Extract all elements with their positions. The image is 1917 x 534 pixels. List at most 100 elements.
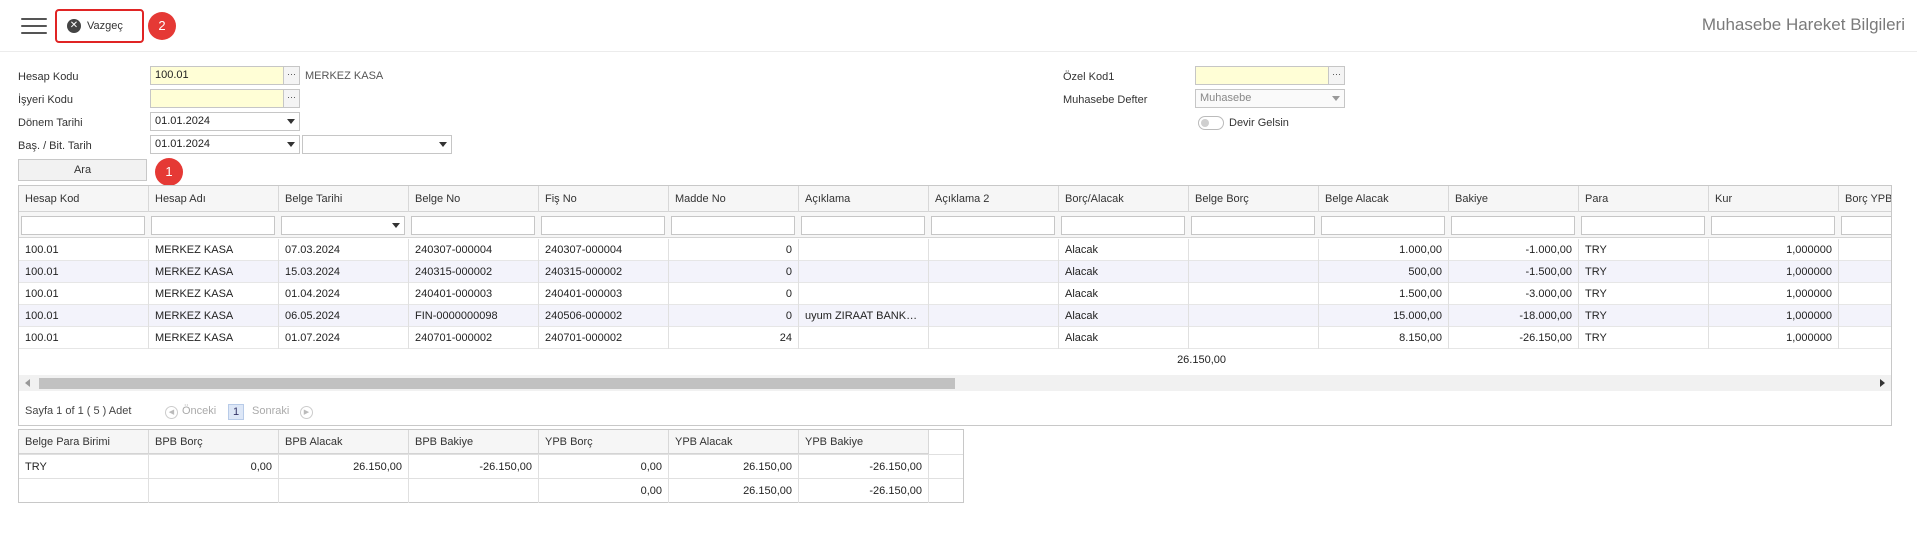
column-header[interactable]: Madde No <box>669 186 799 212</box>
column-filter-input[interactable] <box>801 216 925 235</box>
column-header[interactable]: Belge Alacak <box>1319 186 1449 212</box>
column-filter-input[interactable] <box>671 216 795 235</box>
table-cell: 07.03.2024 <box>279 239 409 261</box>
column-filter-input[interactable] <box>541 216 665 235</box>
table-cell <box>1839 305 1891 327</box>
bas-tarih-select[interactable]: 01.01.2024 <box>150 135 300 154</box>
column-header[interactable]: Kur <box>1709 186 1839 212</box>
column-header[interactable]: Belge Tarihi <box>279 186 409 212</box>
table-row[interactable]: 100.01 MERKEZ KASA 01.04.2024 240401-000003… <box>19 283 1891 305</box>
table-cell: 100.01 <box>19 305 149 327</box>
column-filter-input[interactable] <box>931 216 1055 235</box>
column-header[interactable]: Borç/Alacak <box>1059 186 1189 212</box>
column-header[interactable]: Belge No <box>409 186 539 212</box>
devir-gelsin-toggle[interactable] <box>1198 116 1224 130</box>
table-cell: TRY <box>1579 327 1709 349</box>
column-filter-input[interactable] <box>151 216 275 235</box>
table-cell: MERKEZ KASA <box>149 305 279 327</box>
table-cell <box>929 327 1059 349</box>
ozel-kod-input[interactable] <box>1195 66 1329 85</box>
table-cell: 0 <box>669 261 799 283</box>
table-row[interactable]: 100.01 MERKEZ KASA 01.07.2024 240701-000002… <box>19 327 1891 349</box>
table-cell: 1,000000 <box>1709 305 1839 327</box>
summary-cell: -26.150,00 <box>409 455 539 479</box>
table-cell: 1,000000 <box>1709 239 1839 261</box>
muhasebe-defter-select[interactable]: Muhasebe <box>1195 89 1345 108</box>
column-filter-input[interactable] <box>281 216 405 235</box>
next-page-button[interactable]: Sonraki <box>252 405 289 417</box>
currency-summary-table: Belge Para Birimi BPB Borç BPB Alacak BPB B… <box>18 429 964 503</box>
column-header[interactable]: Fiş No <box>539 186 669 212</box>
column-header[interactable]: Borç YPB <box>1839 186 1891 212</box>
table-cell: 240401-000003 <box>539 283 669 305</box>
summary-column-header: YPB Borç <box>539 430 669 454</box>
table-cell: 1.000,00 <box>1319 239 1449 261</box>
column-header[interactable]: Hesap Adı <box>149 186 279 212</box>
column-header[interactable]: Bakiye <box>1449 186 1579 212</box>
column-filter-input[interactable] <box>411 216 535 235</box>
isyeri-kodu-lookup-button[interactable]: ··· <box>283 89 300 108</box>
summary-cell <box>409 479 539 503</box>
column-header[interactable]: Açıklama <box>799 186 929 212</box>
table-cell: Alacak <box>1059 305 1189 327</box>
hesap-kodu-input[interactable]: 100.01 <box>150 66 284 85</box>
table-cell: MERKEZ KASA <box>149 327 279 349</box>
search-button[interactable]: Ara <box>18 159 147 181</box>
table-cell: 240701-000002 <box>409 327 539 349</box>
scrollbar-thumb[interactable] <box>39 378 955 389</box>
next-page-icon[interactable]: ▶ <box>300 406 313 419</box>
table-cell: 240315-000002 <box>539 261 669 283</box>
column-filter-input[interactable] <box>1711 216 1835 235</box>
ozel-kod-lookup-button[interactable]: ··· <box>1328 66 1345 85</box>
column-header[interactable]: Para <box>1579 186 1709 212</box>
table-row[interactable]: 100.01 MERKEZ KASA 06.05.2024 FIN-000000009… <box>19 305 1891 327</box>
cancel-button-label: Vazgeç <box>87 20 123 32</box>
table-row[interactable]: 100.01 MERKEZ KASA 15.03.2024 240315-000002… <box>19 261 1891 283</box>
column-filter-input[interactable] <box>21 216 145 235</box>
table-cell: 100.01 <box>19 261 149 283</box>
table-cell: MERKEZ KASA <box>149 239 279 261</box>
table-cell: 240701-000002 <box>539 327 669 349</box>
previous-page-button[interactable]: Önceki <box>182 405 216 417</box>
table-cell: Alacak <box>1059 261 1189 283</box>
column-filter-input[interactable] <box>1451 216 1575 235</box>
summary-cell <box>149 479 279 503</box>
summary-cell <box>19 479 149 503</box>
column-header[interactable]: Belge Borç <box>1189 186 1319 212</box>
muhasebe-defter-label: Muhasebe Defter <box>1063 94 1148 106</box>
scroll-left-icon[interactable] <box>25 379 30 387</box>
chevron-down-icon <box>1332 96 1340 101</box>
hesap-kodu-lookup-button[interactable]: ··· <box>283 66 300 85</box>
column-filter-input[interactable] <box>1841 216 1891 235</box>
cancel-button[interactable]: ✕ Vazgeç <box>55 9 144 43</box>
column-filter-input[interactable] <box>1191 216 1315 235</box>
column-header[interactable]: Açıklama 2 <box>929 186 1059 212</box>
table-cell: 06.05.2024 <box>279 305 409 327</box>
column-filter-input[interactable] <box>1061 216 1185 235</box>
current-page[interactable]: 1 <box>228 404 244 420</box>
isyeri-kodu-input[interactable] <box>150 89 284 108</box>
scroll-right-icon[interactable] <box>1880 379 1885 387</box>
column-filter-input[interactable] <box>1321 216 1445 235</box>
table-cell: 1,000000 <box>1709 261 1839 283</box>
table-cell <box>1189 305 1319 327</box>
table-cell: 240307-000004 <box>539 239 669 261</box>
top-bar: ✕ Vazgeç 2 Muhasebe Hareket Bilgileri <box>0 0 1917 52</box>
column-filter-input[interactable] <box>1581 216 1705 235</box>
table-cell: 240401-000003 <box>409 283 539 305</box>
menu-icon[interactable] <box>21 18 47 36</box>
bit-tarih-select[interactable] <box>302 135 452 154</box>
table-cell: Alacak <box>1059 283 1189 305</box>
ozel-kod-label: Özel Kod1 <box>1063 71 1115 83</box>
close-circle-icon: ✕ <box>67 19 81 33</box>
table-cell <box>1189 261 1319 283</box>
horizontal-scrollbar[interactable] <box>19 375 1891 391</box>
previous-page-icon[interactable]: ◀ <box>165 406 178 419</box>
table-cell <box>799 327 929 349</box>
table-row[interactable]: 100.01 MERKEZ KASA 07.03.2024 240307-000004… <box>19 239 1891 261</box>
column-header[interactable]: Hesap Kod <box>19 186 149 212</box>
donem-tarihi-select[interactable]: 01.01.2024 <box>150 112 300 131</box>
table-cell <box>1839 327 1891 349</box>
summary-cell: 0,00 <box>539 455 669 479</box>
summary-cell: 0,00 <box>149 455 279 479</box>
